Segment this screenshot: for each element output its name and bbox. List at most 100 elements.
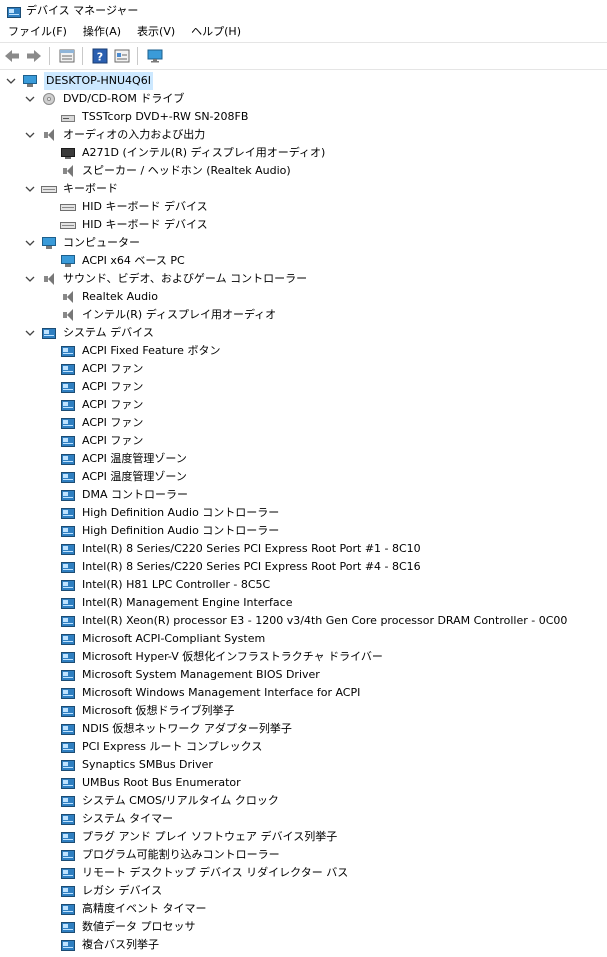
chevron-down-icon[interactable] (25, 238, 35, 248)
tree-device-item[interactable]: Intel(R) H81 LPC Controller - 8C5C (60, 576, 270, 594)
system-device-icon (41, 326, 57, 340)
system-device-icon (60, 776, 76, 790)
chevron-down-icon[interactable] (6, 76, 16, 86)
menu-action[interactable]: 操作(A) (75, 23, 129, 39)
speaker-icon (41, 128, 57, 142)
tree-device-item[interactable]: ACPI x64 ベース PC (60, 252, 185, 270)
tree-category[interactable]: システム デバイス (41, 324, 154, 342)
tree-device-item[interactable]: ACPI ファン (60, 414, 143, 432)
tree-item-label: Realtek Audio (82, 290, 158, 303)
tree-item-label: コンピューター (63, 236, 140, 249)
tree-item-label: High Definition Audio コントローラー (82, 524, 280, 537)
system-device-icon (60, 470, 76, 484)
tree-device-item[interactable]: Intel(R) 8 Series/C220 Series PCI Expres… (60, 558, 421, 576)
tree-device-item[interactable]: Intel(R) 8 Series/C220 Series PCI Expres… (60, 540, 421, 558)
tree-item-label: サウンド、ビデオ、およびゲーム コントローラー (63, 272, 308, 285)
tree-device-item[interactable]: Microsoft ACPI-Compliant System (60, 630, 265, 648)
help-icon[interactable]: ? (90, 46, 110, 66)
tree-device-item[interactable]: DMA コントローラー (60, 486, 188, 504)
tree-device-item[interactable]: Intel(R) Management Engine Interface (60, 594, 292, 612)
chevron-down-icon[interactable] (25, 184, 35, 194)
tree-category[interactable]: コンピューター (41, 234, 140, 252)
tree-item-label: ACPI ファン (82, 434, 144, 447)
tree-category[interactable]: サウンド、ビデオ、およびゲーム コントローラー (41, 270, 307, 288)
svg-text:?: ? (97, 51, 103, 64)
tree-device-item[interactable]: Microsoft System Management BIOS Driver (60, 666, 320, 684)
menu-file[interactable]: ファイル(F) (0, 23, 75, 39)
chevron-down-icon[interactable] (25, 274, 35, 284)
tree-item-label: 数値データ プロセッサ (82, 920, 196, 933)
back-arrow-icon[interactable] (2, 46, 22, 66)
chevron-down-icon[interactable] (25, 94, 35, 104)
computer-icon (41, 236, 57, 250)
system-device-icon (60, 884, 76, 898)
tree-device-item[interactable]: UMBus Root Bus Enumerator (60, 774, 241, 792)
tree-device-item[interactable]: ACPI ファン (60, 432, 143, 450)
tree-device-item[interactable]: リモート デスクトップ デバイス リダイレクター バス (60, 864, 348, 882)
monitor-icon[interactable] (145, 46, 165, 66)
system-device-icon (60, 434, 76, 448)
tree-device-item[interactable]: ACPI Fixed Feature ボタン (60, 342, 220, 360)
menu-view[interactable]: 表示(V) (129, 23, 183, 39)
properties-icon[interactable] (57, 46, 77, 66)
tree-root[interactable]: DESKTOP-HNU4Q6I (22, 72, 153, 90)
tree-device-item[interactable]: システム タイマー (60, 810, 173, 828)
tree-device-item[interactable]: Realtek Audio (60, 288, 158, 306)
tree-device-item[interactable]: Microsoft Hyper-V 仮想化インフラストラクチャ ドライバー (60, 648, 383, 666)
tree-device-item[interactable]: A271D (インテル(R) ディスプレイ用オーディオ) (60, 144, 325, 162)
chevron-down-icon[interactable] (25, 130, 35, 140)
tree-item-label: システム CMOS/リアルタイム クロック (82, 794, 279, 807)
tree-device-item[interactable]: High Definition Audio コントローラー (60, 504, 279, 522)
tree-item-label: プログラム可能割り込みコントローラー (82, 848, 280, 861)
device-tree: DESKTOP-HNU4Q6I DVD/CD-ROM ドライブ TSSTcorp D… (0, 72, 607, 957)
tree-item-label: Intel(R) Xeon(R) processor E3 - 1200 v3/… (82, 614, 568, 627)
system-device-icon (60, 560, 76, 574)
system-device-icon (60, 704, 76, 718)
tree-device-item[interactable]: プログラム可能割り込みコントローラー (60, 846, 280, 864)
system-device-icon (60, 344, 76, 358)
tree-device-item[interactable]: 高精度イベント タイマー (60, 900, 207, 918)
view-icon[interactable] (112, 46, 132, 66)
tree-device-item[interactable]: レガシ デバイス (60, 882, 162, 900)
tree-item-label: Intel(R) 8 Series/C220 Series PCI Expres… (82, 560, 421, 573)
tree-item-label: ACPI 温度管理ゾーン (82, 470, 187, 483)
keyboard-icon (60, 200, 76, 214)
tree-device-item[interactable]: ACPI ファン (60, 360, 143, 378)
tree-category[interactable]: オーディオの入力および出力 (41, 126, 205, 144)
tree-item-label: プラグ アンド プレイ ソフトウェア デバイス列挙子 (82, 830, 338, 843)
tree-device-item[interactable]: システム CMOS/リアルタイム クロック (60, 792, 279, 810)
tree-device-item[interactable]: スピーカー / ヘッドホン (Realtek Audio) (60, 162, 291, 180)
keyboard-icon (41, 182, 57, 196)
tree-device-item[interactable]: ACPI ファン (60, 378, 143, 396)
system-device-icon (60, 362, 76, 376)
tree-device-item[interactable]: Microsoft Windows Management Interface f… (60, 684, 360, 702)
tree-device-item[interactable]: 数値データ プロセッサ (60, 918, 196, 936)
tree-device-item[interactable]: ACPI 温度管理ゾーン (60, 468, 187, 486)
menu-help[interactable]: ヘルプ(H) (183, 23, 249, 39)
tree-category[interactable]: キーボード (41, 180, 118, 198)
forward-arrow-icon[interactable] (24, 46, 44, 66)
tree-item-label: Microsoft Windows Management Interface f… (82, 686, 361, 699)
tree-item-label: HID キーボード デバイス (82, 218, 208, 231)
tree-device-item[interactable]: High Definition Audio コントローラー (60, 522, 279, 540)
tree-device-item[interactable]: Intel(R) Xeon(R) processor E3 - 1200 v3/… (60, 612, 567, 630)
tree-device-item[interactable]: TSSTcorp DVD+-RW SN-208FB (60, 108, 248, 126)
tree-device-item[interactable]: Microsoft 仮想ドライブ列挙子 (60, 702, 235, 720)
tree-device-item[interactable]: ACPI ファン (60, 396, 143, 414)
tree-device-item[interactable]: 複合バス列挙子 (60, 936, 159, 954)
tree-category[interactable]: DVD/CD-ROM ドライブ (41, 90, 184, 108)
tree-device-item[interactable]: インテル(R) ディスプレイ用オーディオ (60, 306, 276, 324)
tree-item-label: システム デバイス (63, 326, 154, 339)
tree-item-label: 複合バス列挙子 (82, 938, 159, 951)
tree-device-item[interactable]: HID キーボード デバイス (60, 198, 208, 216)
tree-device-item[interactable]: NDIS 仮想ネットワーク アダプター列挙子 (60, 720, 292, 738)
tree-item-label: Intel(R) Management Engine Interface (82, 596, 293, 609)
tree-device-item[interactable]: プラグ アンド プレイ ソフトウェア デバイス列挙子 (60, 828, 337, 846)
system-device-icon (60, 488, 76, 502)
tree-device-item[interactable]: PCI Express ルート コンプレックス (60, 738, 262, 756)
tree-device-item[interactable]: Synaptics SMBus Driver (60, 756, 213, 774)
disc-icon (41, 92, 57, 106)
tree-device-item[interactable]: HID キーボード デバイス (60, 216, 208, 234)
tree-device-item[interactable]: ACPI 温度管理ゾーン (60, 450, 187, 468)
chevron-down-icon[interactable] (25, 328, 35, 338)
